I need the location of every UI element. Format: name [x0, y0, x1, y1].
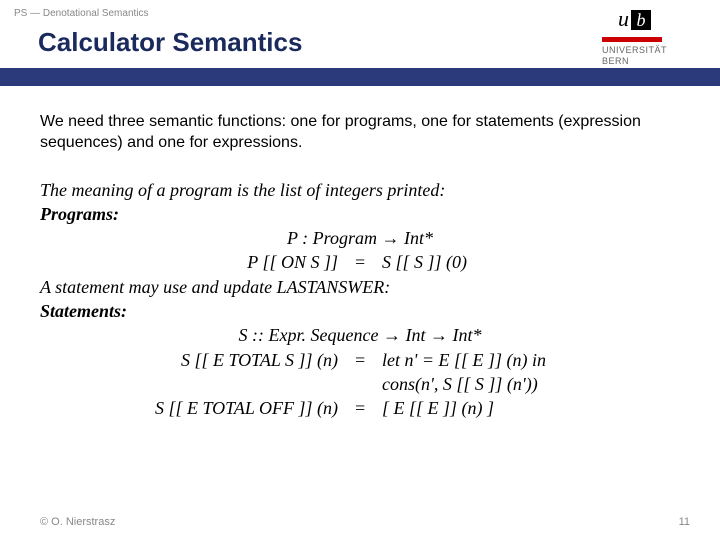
statement-eq-2: S [[ E TOTAL OFF ]] (n) = [ E [[ E ]] (n…: [40, 396, 680, 420]
eq-equals: =: [348, 396, 372, 420]
program-signature: P : Program → Int*: [40, 226, 680, 250]
statement-eq-1: S [[ E TOTAL S ]] (n) = let n' = E [[ E …: [40, 348, 680, 397]
semantics-block: The meaning of a program is the list of …: [40, 178, 680, 421]
eq-rhs: [ E [[ E ]] (n) ]: [372, 396, 582, 420]
eq-equals: =: [348, 348, 372, 397]
eq-lhs: S [[ E TOTAL OFF ]] (n): [138, 396, 348, 420]
eq-rhs-line1: let n' = E [[ E ]] (n) in: [382, 348, 582, 372]
eq-rhs: S [[ S ]] (0): [372, 250, 582, 274]
page-number: 11: [679, 516, 690, 528]
logo-u-glyph: u: [618, 6, 629, 32]
statements-label: Statements:: [40, 299, 680, 323]
statement-signature: S :: Expr. Sequence → Int → Int*: [40, 323, 680, 347]
eq-lhs: P [[ ON S ]]: [138, 250, 348, 274]
logo-b-glyph: b: [631, 10, 651, 30]
eq-equals: =: [348, 250, 372, 274]
intro-text: We need three semantic functions: one fo…: [40, 112, 680, 154]
logo-red-bar: [602, 37, 662, 42]
eq-lhs: S [[ E TOTAL S ]] (n): [138, 348, 348, 397]
logo-text-line1: UNIVERSITÄT: [568, 45, 698, 56]
program-meaning: The meaning of a program is the list of …: [40, 178, 680, 202]
divider-bar: [0, 68, 720, 86]
program-equation: P [[ ON S ]] = S [[ S ]] (0): [40, 250, 680, 274]
programs-label: Programs:: [40, 202, 680, 226]
eq-rhs: let n' = E [[ E ]] (n) in cons(n', S [[ …: [372, 348, 582, 397]
content-area: We need three semantic functions: one fo…: [0, 86, 720, 421]
statement-meaning: A statement may use and update LASTANSWE…: [40, 275, 680, 299]
logo-text-line2: BERN: [568, 56, 698, 67]
footer: © O. Nierstrasz 11: [40, 516, 690, 528]
university-logo: u b UNIVERSITÄT BERN: [568, 2, 698, 67]
copyright: © O. Nierstrasz: [40, 516, 115, 528]
eq-rhs-line2: cons(n', S [[ S ]] (n')): [382, 372, 582, 396]
